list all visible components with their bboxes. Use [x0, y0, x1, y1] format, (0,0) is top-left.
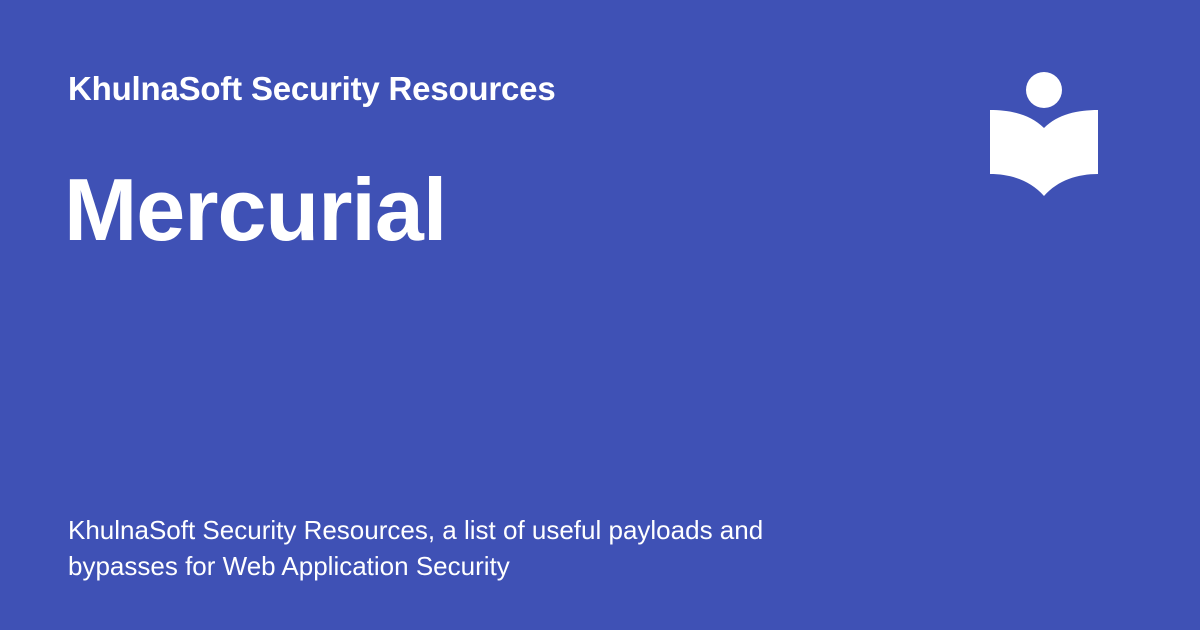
social-card: KhulnaSoft Security Resources Mercurial …: [0, 0, 1200, 630]
site-name: KhulnaSoft Security Resources: [68, 70, 556, 107]
page-title: Mercurial: [64, 160, 447, 259]
reading-person-book-icon: [988, 70, 1100, 198]
page-description: KhulnaSoft Security Resources, a list of…: [68, 515, 764, 581]
